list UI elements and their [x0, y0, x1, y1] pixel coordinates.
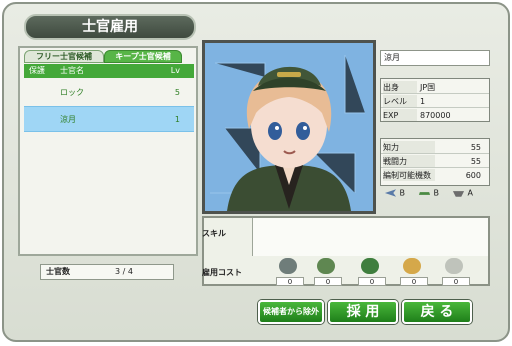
- officer-name: ロック: [60, 88, 84, 97]
- combat-field: 戦闘力 55: [381, 155, 489, 168]
- origin-field: 出身 JP国: [381, 81, 489, 94]
- hire-cost-label: 雇用コスト: [202, 268, 242, 277]
- officer-count: 士官数 3 / 4: [40, 264, 174, 280]
- combat-value: 55: [470, 157, 481, 166]
- guard-column-header: 保護: [29, 66, 45, 75]
- fighter-rank: B: [384, 188, 405, 198]
- hire-button[interactable]: 採 用: [328, 300, 398, 324]
- portrait-image: [205, 43, 373, 211]
- transport-icon: [418, 192, 431, 195]
- hire-cost-items: 0 0 0 0 0: [270, 258, 484, 286]
- combat-label: 戦闘力: [383, 155, 435, 167]
- skill-content-box: [252, 218, 488, 256]
- exp-value: 870000: [420, 111, 451, 120]
- intelligence-field: 知力 55: [381, 141, 489, 154]
- formation-value: 600: [465, 171, 481, 180]
- intelligence-value: 55: [470, 143, 481, 152]
- ammo-cost-value: 0: [314, 277, 342, 286]
- officer-count-label: 士官数: [46, 267, 70, 276]
- origin-value: JP国: [420, 83, 436, 92]
- formation-label: 編制可能機数: [383, 169, 435, 181]
- coin-cost-value: 0: [442, 277, 470, 286]
- transport-rank-value: B: [433, 188, 440, 198]
- soldier-cost-value: 0: [358, 277, 386, 286]
- officer-row-selected[interactable]: 涼月 1: [24, 106, 194, 132]
- remove-candidate-button[interactable]: 候補者から除外: [258, 300, 324, 324]
- exp-field: EXP 870000: [381, 109, 489, 122]
- officer-level: 5: [174, 88, 180, 97]
- supply-cost: 0: [394, 258, 430, 286]
- intelligence-label: 知力: [383, 141, 435, 153]
- bomber-rank-value: A: [467, 188, 474, 198]
- fighter-icon: [384, 189, 397, 197]
- fuel-icon: [279, 258, 297, 274]
- coin-icon: [445, 258, 463, 274]
- officer-level: 1: [174, 115, 180, 124]
- back-button[interactable]: 戻 る: [402, 300, 472, 324]
- level-column-header: Lv: [170, 66, 180, 75]
- skill-label: スキル: [202, 229, 226, 238]
- coin-cost: 0: [436, 258, 472, 286]
- window-title: 士官雇用: [24, 14, 196, 40]
- stats-box: 知力 55 戦闘力 55 編制可能機数 600: [380, 138, 490, 186]
- name-column-header: 士官名: [60, 66, 84, 75]
- supply-cost-value: 0: [400, 277, 428, 286]
- profile-name: 涼月: [384, 53, 400, 62]
- officer-name: 涼月: [60, 115, 76, 124]
- fighter-rank-value: B: [399, 188, 406, 198]
- officer-count-value: 3 / 4: [115, 267, 133, 276]
- soldier-cost: 0: [352, 258, 388, 286]
- officer-row[interactable]: ロック 5: [24, 80, 194, 106]
- bomber-rank: A: [452, 188, 473, 198]
- supply-icon: [403, 258, 421, 274]
- origin-label: 出身: [383, 81, 417, 93]
- level-value: 1: [420, 97, 426, 106]
- tab-free-candidates[interactable]: フリー士官候補: [24, 50, 104, 63]
- ammo-cost: 0: [308, 258, 344, 286]
- fuel-cost-value: 0: [276, 277, 304, 286]
- profile-info-box: 出身 JP国 レベル 1 EXP 870000: [380, 78, 490, 122]
- tab-keep-candidates[interactable]: キープ士官候補: [104, 50, 182, 63]
- fuel-cost: 0: [270, 258, 306, 286]
- officer-portrait: [202, 40, 376, 214]
- transport-rank: B: [418, 188, 439, 198]
- bomber-icon: [452, 191, 465, 197]
- officer-name-display: 涼月: [380, 50, 490, 66]
- formation-field: 編制可能機数 600: [381, 169, 489, 182]
- officer-list-header: 保護 士官名 Lv: [24, 64, 194, 78]
- exp-label: EXP: [383, 109, 417, 121]
- ammo-icon: [317, 258, 335, 274]
- soldier-icon: [361, 258, 379, 274]
- unit-rank-row: B B A: [382, 188, 486, 200]
- level-field: レベル 1: [381, 95, 489, 108]
- level-label: レベル: [383, 95, 417, 107]
